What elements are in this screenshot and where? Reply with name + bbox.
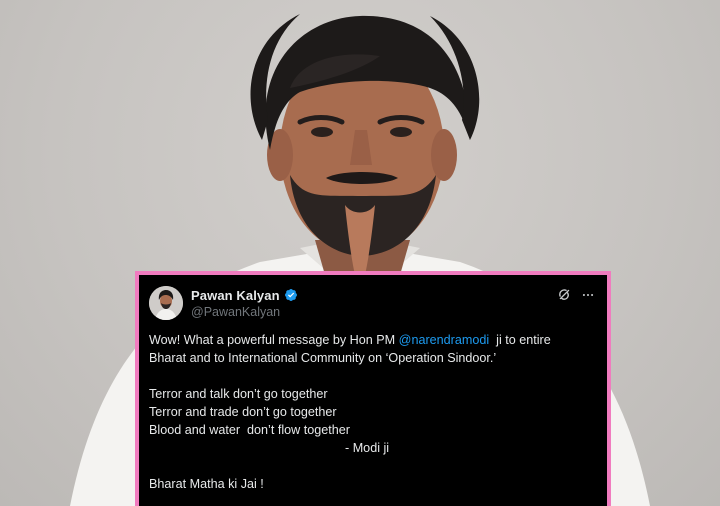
avatar[interactable] xyxy=(149,286,183,320)
tweet-header: Pawan Kalyan @PawanKalyan xyxy=(149,285,595,321)
handle[interactable]: @PawanKalyan xyxy=(191,305,298,319)
tweet-author: Pawan Kalyan @PawanKalyan xyxy=(191,287,298,319)
tweet-text-intro: Wow! What a powerful message by Hon PM xyxy=(149,333,399,347)
tweet-card: Pawan Kalyan @PawanKalyan Wow! What a po… xyxy=(135,271,611,506)
name-row: Pawan Kalyan xyxy=(191,287,298,303)
tweet-actions xyxy=(557,287,595,302)
quote-line: Blood and water don’t flow together xyxy=(149,423,350,437)
mention-link[interactable]: @narendramodi xyxy=(399,333,490,347)
grok-icon[interactable] xyxy=(557,287,572,302)
more-options-icon[interactable] xyxy=(581,288,595,302)
tweet-line-2: Bharat and to International Community on… xyxy=(149,351,497,365)
quote-line: Terror and talk don’t go together xyxy=(149,387,328,401)
screenshot-stage: Pawan Kalyan @PawanKalyan Wow! What a po… xyxy=(0,0,720,506)
quote-line: Terror and trade don’t go together xyxy=(149,405,337,419)
tweet-line-1: Wow! What a powerful message by Hon PM @… xyxy=(149,331,595,349)
quote-attribution: - Modi ji xyxy=(345,441,390,455)
tweet-text-intro-end: ji to entire xyxy=(489,333,551,347)
avatar-image xyxy=(149,286,183,320)
tweet-text: Wow! What a powerful message by Hon PM @… xyxy=(149,331,595,493)
closing-line: Bharat Matha ki Jai ! xyxy=(149,477,264,491)
verified-badge-icon xyxy=(284,289,297,301)
tweet-content: Pawan Kalyan @PawanKalyan Wow! What a po… xyxy=(139,275,607,506)
display-name[interactable]: Pawan Kalyan xyxy=(191,288,280,303)
